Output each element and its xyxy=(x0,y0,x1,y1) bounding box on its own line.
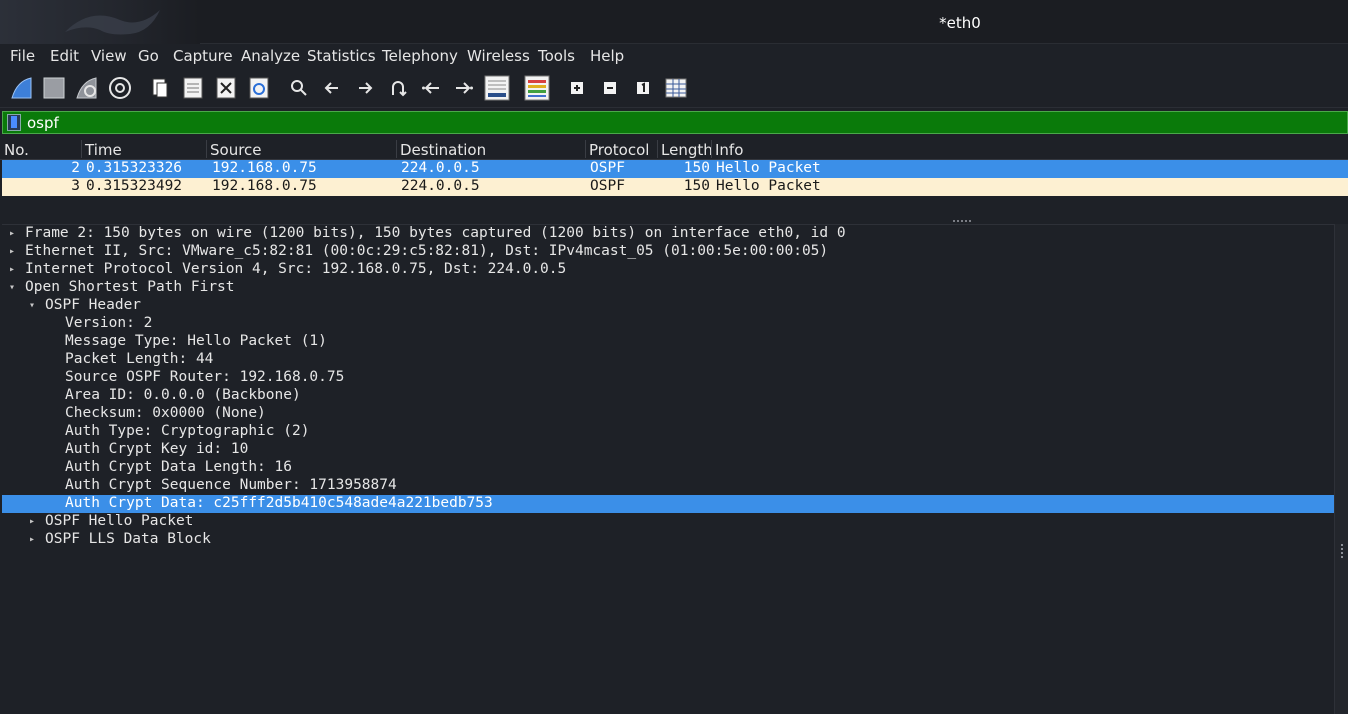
go-back-icon[interactable] xyxy=(318,74,346,102)
capture-options-icon[interactable] xyxy=(106,74,134,102)
menu-capture[interactable]: Capture xyxy=(173,47,233,65)
menu-analyze[interactable]: Analyze xyxy=(241,47,300,65)
display-filter-bar xyxy=(2,111,1348,134)
expand-arrow-icon[interactable]: ▸ xyxy=(26,531,38,549)
window-title: *eth0 xyxy=(939,14,981,32)
packet-list: No. Time Source Destination Protocol Len… xyxy=(0,138,1348,218)
tree-field-selected[interactable]: Auth Crypt Data: c25fff2d5b410c548ade4a2… xyxy=(2,495,1334,513)
tree-field[interactable]: Source OSPF Router: 192.168.0.75 xyxy=(2,369,1334,387)
tree-item-ethernet[interactable]: ▸ Ethernet II, Src: VMware_c5:82:81 (00:… xyxy=(2,243,1334,261)
first-packet-icon[interactable] xyxy=(417,74,445,102)
tree-item-ipv4[interactable]: ▸ Internet Protocol Version 4, Src: 192.… xyxy=(2,261,1334,279)
column-header-no[interactable]: No. xyxy=(4,141,29,159)
start-capture-icon[interactable] xyxy=(8,74,36,102)
menu-edit[interactable]: Edit xyxy=(50,47,79,65)
cell-protocol: OSPF xyxy=(590,178,625,194)
menu-go[interactable]: Go xyxy=(138,47,159,65)
collapse-arrow-icon[interactable]: ▾ xyxy=(6,279,18,297)
tree-field[interactable]: Checksum: 0x0000 (None) xyxy=(2,405,1334,423)
reload-file-icon[interactable] xyxy=(245,74,273,102)
cell-length: 150 xyxy=(683,160,710,176)
display-filter-input[interactable] xyxy=(27,113,1337,132)
column-header-info[interactable]: Info xyxy=(715,141,743,159)
tree-item-ospf-hello[interactable]: ▸ OSPF Hello Packet xyxy=(2,513,1334,531)
menu-help[interactable]: Help xyxy=(590,47,624,65)
cell-protocol: OSPF xyxy=(590,160,625,176)
splitter-grip-icon xyxy=(953,220,971,222)
menu-bar: File Edit View Go Capture Analyze Statis… xyxy=(0,44,1348,68)
tree-item-ospf-lls[interactable]: ▸ OSPF LLS Data Block xyxy=(2,531,1334,549)
details-scrollbar[interactable] xyxy=(1334,224,1348,714)
menu-tools[interactable]: Tools xyxy=(538,47,575,65)
collapse-arrow-icon[interactable]: ▾ xyxy=(26,297,38,315)
restart-capture-icon[interactable] xyxy=(73,74,101,102)
tree-item-ospf[interactable]: ▾ Open Shortest Path First xyxy=(2,279,1334,297)
cell-destination: 224.0.0.5 xyxy=(401,160,480,176)
last-packet-icon[interactable] xyxy=(450,74,478,102)
close-file-icon[interactable] xyxy=(212,74,240,102)
cell-time: 0.315323492 xyxy=(86,178,183,194)
zoom-out-icon[interactable] xyxy=(596,74,624,102)
tree-field[interactable]: Version: 2 xyxy=(2,315,1334,333)
tree-field[interactable]: Auth Crypt Key id: 10 xyxy=(2,441,1334,459)
column-header-destination[interactable]: Destination xyxy=(400,141,486,159)
packet-details-tree: ▸ Frame 2: 150 bytes on wire (1200 bits)… xyxy=(2,224,1348,714)
packet-row[interactable]: 2 0.315323326 192.168.0.75 224.0.0.5 OSP… xyxy=(2,160,1348,178)
filter-bookmark-icon[interactable] xyxy=(7,114,21,131)
cell-info: Hello Packet xyxy=(716,160,821,176)
menu-wireless[interactable]: Wireless xyxy=(467,47,530,65)
go-forward-icon[interactable] xyxy=(351,74,379,102)
save-file-icon[interactable] xyxy=(179,74,207,102)
expand-arrow-icon[interactable]: ▸ xyxy=(26,513,38,531)
cell-info: Hello Packet xyxy=(716,178,821,194)
go-to-packet-icon[interactable] xyxy=(384,74,412,102)
colorize-icon[interactable] xyxy=(523,74,551,102)
tree-field[interactable]: Auth Crypt Data Length: 16 xyxy=(2,459,1334,477)
packet-row[interactable]: 3 0.315323492 192.168.0.75 224.0.0.5 OSP… xyxy=(2,178,1348,196)
open-file-icon[interactable] xyxy=(146,74,174,102)
column-header-time[interactable]: Time xyxy=(85,141,122,159)
main-toolbar xyxy=(0,68,1348,108)
expand-arrow-icon[interactable]: ▸ xyxy=(6,225,18,243)
expand-arrow-icon[interactable]: ▸ xyxy=(6,261,18,279)
zoom-in-icon[interactable] xyxy=(563,74,591,102)
cell-source: 192.168.0.75 xyxy=(212,160,317,176)
menu-view[interactable]: View xyxy=(91,47,127,65)
cell-time: 0.315323326 xyxy=(86,160,183,176)
column-header-length[interactable]: Length xyxy=(661,141,713,159)
tree-field[interactable]: Area ID: 0.0.0.0 (Backbone) xyxy=(2,387,1334,405)
menu-file[interactable]: File xyxy=(10,47,35,65)
autoscroll-icon[interactable] xyxy=(483,74,511,102)
tree-item-frame[interactable]: ▸ Frame 2: 150 bytes on wire (1200 bits)… xyxy=(2,225,1334,243)
normal-size-icon[interactable] xyxy=(629,74,657,102)
resize-columns-icon[interactable] xyxy=(662,74,690,102)
menu-telephony[interactable]: Telephony xyxy=(382,47,458,65)
tree-field[interactable]: Packet Length: 44 xyxy=(2,351,1334,369)
title-bar: *eth0 xyxy=(0,0,1348,44)
tree-field[interactable]: Auth Crypt Sequence Number: 1713958874 xyxy=(2,477,1334,495)
scrollbar-grip-icon xyxy=(1341,544,1343,558)
tree-field[interactable]: Message Type: Hello Packet (1) xyxy=(2,333,1334,351)
column-header-protocol[interactable]: Protocol xyxy=(589,141,649,159)
packet-list-header: No. Time Source Destination Protocol Len… xyxy=(0,138,1348,160)
menu-statistics[interactable]: Statistics xyxy=(307,47,376,65)
cell-length: 150 xyxy=(683,178,710,194)
tree-field[interactable]: Auth Type: Cryptographic (2) xyxy=(2,423,1334,441)
column-header-source[interactable]: Source xyxy=(210,141,262,159)
cell-no: 3 xyxy=(71,178,80,194)
cell-destination: 224.0.0.5 xyxy=(401,178,480,194)
stop-capture-icon[interactable] xyxy=(40,74,68,102)
cell-source: 192.168.0.75 xyxy=(212,178,317,194)
tree-item-ospf-header[interactable]: ▾ OSPF Header xyxy=(2,297,1334,315)
find-packet-icon[interactable] xyxy=(285,74,313,102)
expand-arrow-icon[interactable]: ▸ xyxy=(6,243,18,261)
cell-no: 2 xyxy=(71,160,80,176)
